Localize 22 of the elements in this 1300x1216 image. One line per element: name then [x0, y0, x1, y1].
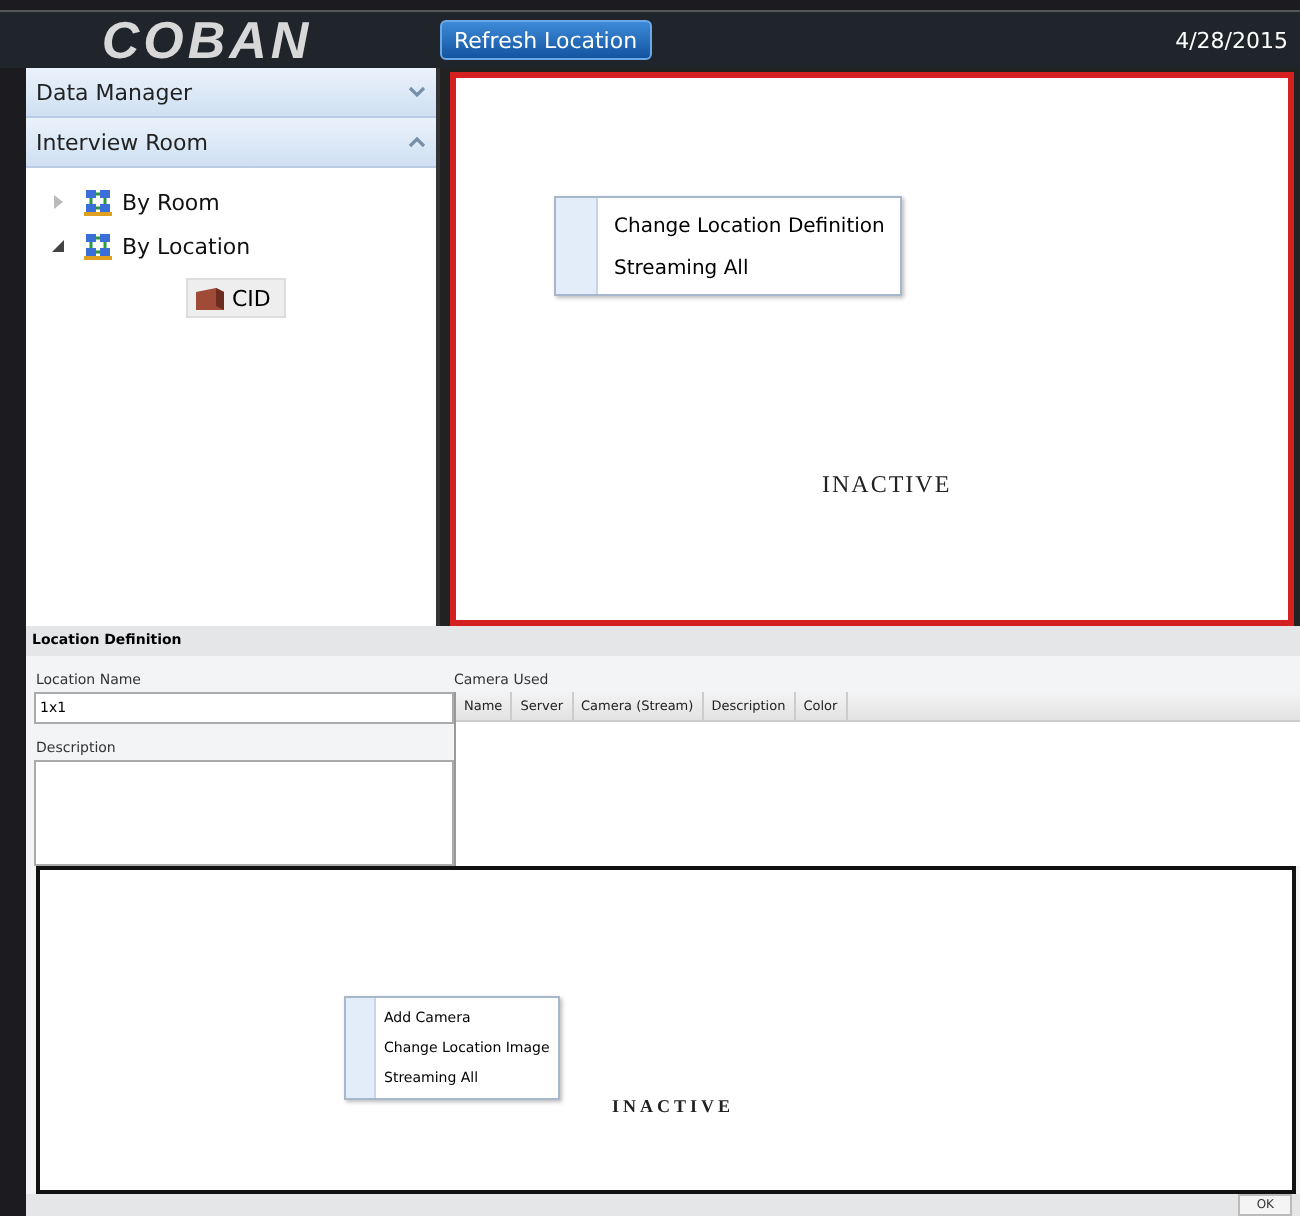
tree-item[interactable]: By Location [122, 233, 251, 259]
chevron-icon [408, 86, 426, 98]
menu-icon-column [556, 198, 598, 294]
tree-item[interactable]: By Room [122, 189, 220, 215]
menu-item[interactable]: Change Location Definition [614, 206, 885, 248]
network-icon [84, 188, 112, 216]
accordion-header[interactable]: Data Manager [26, 68, 436, 118]
collapse-triangle-icon[interactable] [50, 238, 66, 254]
status-label: INACTIVE [822, 470, 952, 500]
chevron-icon [408, 136, 426, 148]
room-icon [196, 287, 224, 309]
room-item[interactable]: CID [186, 278, 286, 318]
menu-icon-column [346, 998, 376, 1098]
status-label: INACTIVE [612, 1096, 735, 1116]
date-label: 4/28/2015 [1175, 27, 1288, 53]
menu-item[interactable]: Streaming All [614, 248, 885, 290]
expand-triangle-icon[interactable] [50, 194, 66, 210]
refresh-location-button[interactable]: Refresh Location [440, 20, 652, 60]
description-field[interactable] [34, 760, 454, 866]
network-icon [84, 232, 112, 260]
logo: COBAN [101, 12, 313, 68]
accordion-header[interactable]: Interview Room [26, 118, 436, 168]
